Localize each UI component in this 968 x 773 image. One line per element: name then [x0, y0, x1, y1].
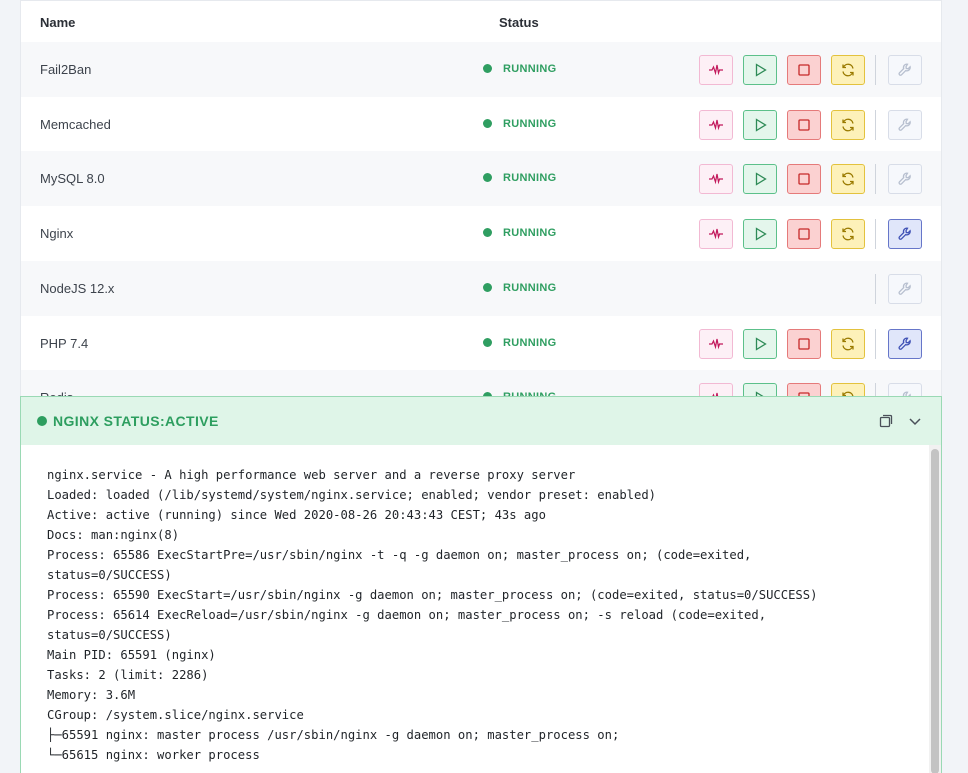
- status-badge: RUNNING: [483, 261, 556, 316]
- start-button[interactable]: [743, 109, 777, 140]
- output-line: Process: 65586 ExecStartPre=/usr/sbin/ng…: [47, 548, 752, 562]
- copy-icon[interactable]: [878, 413, 894, 429]
- status-panel-header: NGINX STATUS:ACTIVE: [21, 397, 941, 445]
- output-line: CGroup: /system.slice/nginx.service: [47, 708, 304, 722]
- status-badge: RUNNING: [483, 42, 556, 97]
- stop-button[interactable]: [787, 164, 821, 195]
- status-panel-title: NGINX STATUS:ACTIVE: [37, 397, 219, 445]
- service-name: Fail2Ban: [40, 62, 92, 77]
- status-dot: [483, 337, 492, 347]
- status-panel-title-text: NGINX STATUS:ACTIVE: [53, 413, 219, 429]
- status-dot: [483, 173, 492, 183]
- status-text: RUNNING: [503, 172, 557, 185]
- divider: [875, 55, 876, 85]
- status-text: RUNNING: [503, 281, 557, 294]
- divider: [875, 219, 876, 250]
- output-line: Tasks: 2 (limit: 2286): [47, 668, 209, 682]
- status-dot: [483, 118, 492, 128]
- stop-button[interactable]: [787, 219, 821, 250]
- status-panel: NGINX STATUS:ACTIVE nginx.service - A hi…: [20, 396, 942, 773]
- output-line: Process: 65590 ExecStart=/usr/sbin/nginx…: [47, 588, 818, 602]
- reload-button[interactable]: [831, 219, 865, 250]
- service-name: Memcached: [40, 116, 111, 132]
- service-name: PHP 7.4: [40, 335, 89, 351]
- status-output: nginx.service - A high performance web s…: [21, 445, 929, 773]
- output-line: status=0/SUCCESS): [47, 568, 172, 582]
- column-header-status: Status: [499, 15, 539, 30]
- table-row: MySQL 8.0 RUNNING: [21, 151, 941, 207]
- output-line: Loaded: loaded (/lib/systemd/system/ngin…: [47, 488, 657, 502]
- table-row: Memcached RUNNING: [21, 97, 941, 152]
- status-text: RUNNING: [503, 336, 557, 349]
- start-button[interactable]: [743, 328, 777, 359]
- start-button[interactable]: [743, 55, 777, 85]
- table-row: NodeJS 12.x RUNNING: [21, 260, 941, 316]
- scrollbar-thumb[interactable]: [931, 449, 939, 773]
- status-button[interactable]: [699, 55, 733, 85]
- output-line: Process: 65614 ExecReload=/usr/sbin/ngin…: [47, 608, 767, 622]
- table-header: Name Status: [21, 1, 941, 43]
- status-button[interactable]: [699, 328, 733, 359]
- table-row: Nginx RUNNING: [21, 206, 941, 261]
- output-line: Active: active (running) since Wed 2020-…: [47, 508, 546, 522]
- start-button[interactable]: [743, 219, 777, 250]
- status-button[interactable]: [699, 164, 733, 195]
- configure-button[interactable]: [888, 328, 922, 359]
- output-line: Memory: 3.6M: [47, 688, 136, 702]
- status-badge: RUNNING: [483, 151, 556, 206]
- output-line: nginx.service - A high performance web s…: [47, 468, 576, 482]
- output-line: └─65615 nginx: worker process: [47, 748, 260, 762]
- configure-button[interactable]: [888, 55, 922, 85]
- divider: [875, 328, 876, 359]
- status-button[interactable]: [699, 109, 733, 140]
- status-badge: RUNNING: [483, 316, 556, 371]
- status-badge: RUNNING: [483, 97, 556, 152]
- configure-button[interactable]: [888, 273, 922, 304]
- table-row: PHP 7.4 RUNNING: [21, 316, 941, 371]
- divider: [875, 164, 876, 195]
- status-dot: [483, 228, 492, 238]
- table-row: Fail2Ban RUNNING: [21, 42, 941, 97]
- reload-button[interactable]: [831, 164, 865, 195]
- configure-button[interactable]: [888, 219, 922, 250]
- configure-button[interactable]: [888, 109, 922, 140]
- status-dot: [483, 282, 492, 292]
- status-button[interactable]: [699, 219, 733, 250]
- configure-button[interactable]: [888, 164, 922, 195]
- output-line: ├─65591 nginx: master process /usr/sbin/…: [47, 728, 620, 742]
- divider: [875, 273, 876, 304]
- output-line: Docs: man:nginx(8): [47, 528, 180, 542]
- status-dot: [37, 416, 47, 426]
- status-text: RUNNING: [503, 63, 557, 75]
- divider: [875, 109, 876, 140]
- reload-button[interactable]: [831, 109, 865, 140]
- start-button[interactable]: [743, 164, 777, 195]
- scrollbar[interactable]: [929, 445, 941, 773]
- output-line: status=0/SUCCESS): [47, 628, 172, 642]
- output-line: Main PID: 65591 (nginx): [47, 648, 216, 662]
- reload-button[interactable]: [831, 328, 865, 359]
- column-header-name: Name: [40, 15, 76, 30]
- chevron-down-icon[interactable]: [907, 413, 923, 429]
- stop-button[interactable]: [787, 328, 821, 359]
- status-dot: [483, 64, 492, 73]
- reload-button[interactable]: [831, 55, 865, 85]
- service-name: Nginx: [40, 226, 74, 242]
- service-name: MySQL 8.0: [40, 171, 105, 187]
- stop-button[interactable]: [787, 109, 821, 140]
- stop-button[interactable]: [787, 55, 821, 85]
- service-name: NodeJS 12.x: [40, 280, 115, 296]
- status-badge: RUNNING: [483, 206, 556, 261]
- status-text: RUNNING: [503, 227, 557, 240]
- status-text: RUNNING: [503, 117, 557, 130]
